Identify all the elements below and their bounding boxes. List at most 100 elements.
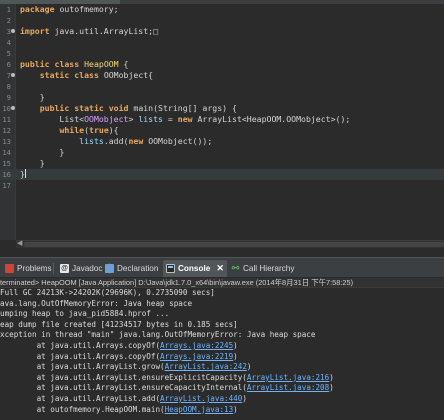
views-tab-bar: Problems @ Javadoc Declaration Console ✕… xyxy=(0,257,444,278)
stack-trace-link[interactable]: ArrayList.java:208 xyxy=(247,383,329,392)
code-token: public xyxy=(39,103,70,113)
code-text: import java.util.ArrayList;□ xyxy=(20,26,158,37)
console-text: at java.util.ArrayList.ensureExplicitCap… xyxy=(0,372,247,382)
line-number: 7 xyxy=(6,71,11,80)
console-text: at java.util.ArrayList.grow( xyxy=(0,362,165,372)
code-text: } xyxy=(20,158,45,169)
tab-label: Problems xyxy=(17,264,52,273)
code-token: ArrayList<HeapOOM.OOMobject>(); xyxy=(192,114,351,124)
problems-icon xyxy=(5,264,14,273)
code-token: package xyxy=(20,4,55,14)
console-text: at java.util.Arrays.copyOf( xyxy=(0,351,161,361)
stack-trace-link[interactable]: Arrays.java:2245 xyxy=(160,341,233,350)
tab-declaration[interactable]: Declaration xyxy=(102,260,161,277)
console-text: at java.util.Arrays.copyOf( xyxy=(0,340,161,350)
code-text: } xyxy=(20,92,45,103)
tab-javadoc[interactable]: @ Javadoc xyxy=(57,260,106,277)
code-token: static xyxy=(74,103,104,113)
line-number: 11 xyxy=(2,115,11,124)
code-token: □ xyxy=(153,26,159,36)
code-text: public static void main(String[] args) { xyxy=(20,103,237,114)
console-line: ava.lang.OutOfMemoryError: Java heap spa… xyxy=(0,299,444,310)
line-number: 13 xyxy=(2,137,11,146)
code-token: ){ xyxy=(108,125,119,135)
fold-toggle-icon[interactable] xyxy=(11,73,15,77)
code-line[interactable]: 7 static class OOMobject{ xyxy=(0,70,444,81)
console-line: eap dump file created [41234517 bytes in… xyxy=(0,320,444,331)
stack-trace-link[interactable]: HeapOOM.java:13 xyxy=(165,405,234,414)
stack-trace-link[interactable]: ArrayList.java:242 xyxy=(165,362,247,371)
code-token: { xyxy=(118,59,129,69)
code-line[interactable]: 1 package outofmemory; xyxy=(0,4,444,15)
code-line[interactable]: 16} xyxy=(0,169,444,180)
code-line[interactable]: 9 } xyxy=(0,92,444,103)
scrollbar-thumb[interactable] xyxy=(24,242,444,247)
stack-trace-link[interactable]: ArrayList.java:440 xyxy=(160,394,242,403)
code-text: lists.add(new OOMobject()); xyxy=(20,136,212,147)
javadoc-icon: @ xyxy=(60,264,69,273)
code-text: List<OOMobject> lists = new ArrayList<He… xyxy=(20,114,350,125)
tab-console[interactable]: Console ✕ xyxy=(163,260,227,277)
code-token: public xyxy=(20,59,50,69)
console-output[interactable]: terminated> HeapOOM [Java Application] D… xyxy=(0,278,444,420)
line-number: 16 xyxy=(2,170,11,179)
code-line[interactable]: 4 xyxy=(0,37,444,48)
code-line[interactable]: 5 xyxy=(0,48,444,59)
line-number: 2 xyxy=(6,16,11,25)
close-icon[interactable]: ✕ xyxy=(216,263,224,274)
code-lines: 1 package outofmemory; 2 3 import java.util.… xyxy=(0,4,444,191)
line-number: 6 xyxy=(6,60,11,69)
line-number: 9 xyxy=(6,93,11,102)
code-text: static class OOMobject{ xyxy=(20,70,153,81)
code-line[interactable]: 2 xyxy=(0,15,444,26)
line-number: 17 xyxy=(2,181,11,190)
console-text: ) xyxy=(329,372,334,382)
code-token: true xyxy=(89,125,109,135)
code-line[interactable]: 10 public static void main(String[] args… xyxy=(0,103,444,114)
stack-trace-link[interactable]: ArrayList.java:216 xyxy=(247,373,329,382)
code-token: List< xyxy=(20,114,85,124)
tab-problems[interactable]: Problems xyxy=(2,260,55,277)
tab-label: Javadoc xyxy=(72,264,103,273)
code-token: OOMobject()); xyxy=(143,136,213,146)
code-editor[interactable]: 1 package outofmemory; 2 3 import java.util.… xyxy=(0,0,444,257)
line-number: 15 xyxy=(2,159,11,168)
line-number: 12 xyxy=(2,126,11,135)
stack-trace-link[interactable]: Arrays.java:2219 xyxy=(160,352,233,361)
console-line: at java.util.ArrayList.grow(ArrayList.ja… xyxy=(0,362,444,373)
code-line[interactable]: 15 } xyxy=(0,158,444,169)
console-text: ) xyxy=(329,383,334,393)
code-token: .add( xyxy=(103,136,129,146)
code-line[interactable]: 11 List<OOMobject> lists = new ArrayList… xyxy=(0,114,444,125)
tab-label: Declaration xyxy=(117,264,159,273)
code-line[interactable]: 12 while(true){ xyxy=(0,125,444,136)
code-line[interactable]: 14 } xyxy=(0,147,444,158)
code-line[interactable]: 17 xyxy=(0,180,444,191)
code-line[interactable]: 3 import java.util.ArrayList;□ xyxy=(0,26,444,37)
editor-horizontal-scrollbar[interactable]: ◀ xyxy=(16,240,444,248)
code-token: lists xyxy=(138,114,163,124)
line-number: 14 xyxy=(2,148,11,157)
console-line: at java.util.Arrays.copyOf(Arrays.java:2… xyxy=(0,341,444,352)
code-token: import xyxy=(20,26,50,36)
fold-toggle-icon[interactable] xyxy=(11,29,15,33)
console-text: ) xyxy=(242,393,247,403)
console-line: umping heap to java_pid5884.hprof ... xyxy=(0,309,444,320)
scroll-left-icon[interactable]: ◀ xyxy=(17,239,22,247)
code-token: new xyxy=(177,114,193,124)
code-token: > xyxy=(128,114,139,124)
code-token: OOMobject{ xyxy=(98,70,154,80)
code-token: outofmemory; xyxy=(54,4,119,14)
code-token: class xyxy=(74,70,99,80)
tab-call-hierarchy[interactable]: ⚯ Call Hierarchy xyxy=(228,260,297,277)
console-text: ) xyxy=(233,351,238,361)
line-number: 1 xyxy=(6,5,11,14)
fold-toggle-icon[interactable] xyxy=(11,106,15,110)
tab-label: Console xyxy=(178,264,211,273)
console-text: Full GC 24213K->24202K(29696K), 0.273509… xyxy=(0,288,215,297)
code-line[interactable]: 8 xyxy=(0,81,444,92)
code-line[interactable]: 13 lists.add(new OOMobject()); xyxy=(0,136,444,147)
code-line[interactable]: 6 public class HeapOOM { xyxy=(0,59,444,70)
